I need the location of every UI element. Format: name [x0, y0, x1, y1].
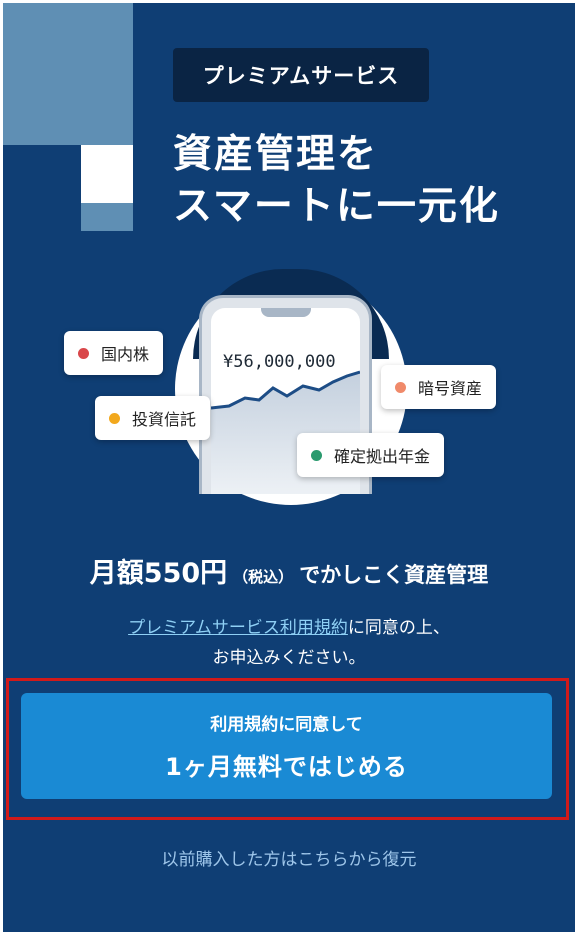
green-dot-icon	[311, 449, 322, 461]
orange-dot-icon	[395, 381, 406, 393]
premium-service-badge: プレミアムサービス	[173, 48, 429, 102]
chip-label: 国内株	[101, 345, 150, 364]
start-free-trial-button[interactable]: 利用規約に同意して 1ヶ月無料ではじめる	[21, 693, 552, 799]
headline: 資産管理を スマートに一元化	[173, 129, 553, 233]
chip-label: 確定拠出年金	[334, 447, 431, 466]
terms-link[interactable]: プレミアムサービス利用規約	[128, 618, 348, 638]
restore-purchase-link[interactable]: 以前購入した方はこちらから復元	[3, 845, 575, 870]
pricing-text: 月額550円 （税込） でかしこく資産管理	[3, 551, 575, 590]
tax-note: （税込）	[233, 568, 294, 586]
decorative-block-small	[81, 203, 133, 231]
chip-domestic-stocks: 国内株	[64, 331, 164, 375]
premium-screen: プレミアムサービス 資産管理を スマートに一元化 ¥56,000,000 国内株…	[3, 3, 575, 932]
consent-suffix: に同意の上、	[347, 618, 450, 638]
chip-label: 暗号資産	[418, 379, 483, 398]
decorative-block-white	[81, 145, 133, 203]
headline-line-2: スマートに一元化	[173, 184, 500, 229]
consent-line-1: プレミアムサービス利用規約に同意の上、	[3, 613, 575, 643]
chip-defined-contribution-pension: 確定拠出年金	[297, 433, 445, 477]
consent-text: プレミアムサービス利用規約に同意の上、 お申込みください。	[3, 613, 575, 673]
chip-crypto-assets: 暗号資産	[381, 365, 497, 409]
headline-line-1: 資産管理を	[173, 132, 379, 177]
decorative-block-large	[3, 3, 133, 145]
cta-line-1: 利用規約に同意して	[210, 715, 363, 735]
yellow-dot-icon	[109, 412, 120, 424]
cta-line-2: 1ヶ月無料ではじめる	[165, 753, 408, 781]
chip-investment-trust: 投資信託	[95, 396, 211, 440]
red-dot-icon	[78, 347, 89, 359]
monthly-price: 月額550円	[89, 558, 228, 589]
chip-label: 投資信託	[132, 410, 197, 429]
pricing-tagline: でかしこく資産管理	[299, 563, 489, 587]
phone-notch	[260, 308, 311, 317]
consent-line-2: お申込みください。	[212, 648, 366, 668]
